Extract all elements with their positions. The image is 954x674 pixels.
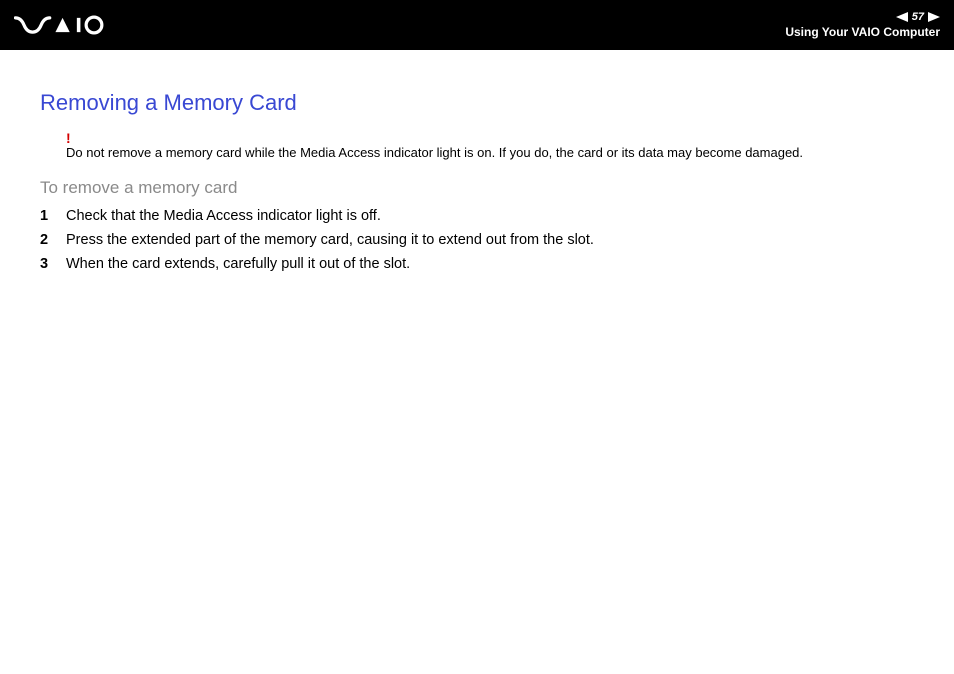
header-bar: 57 Using Your VAIO Computer (0, 0, 954, 50)
section-title: Removing a Memory Card (40, 90, 914, 116)
step-text: Check that the Media Access indicator li… (66, 208, 914, 224)
step-number: 2 (40, 232, 66, 248)
page-number: 57 (912, 11, 924, 23)
step-text: Press the extended part of the memory ca… (66, 232, 914, 248)
step-text: When the card extends, carefully pull it… (66, 256, 914, 272)
step-item: 1 Check that the Media Access indicator … (40, 208, 914, 224)
steps-list: 1 Check that the Media Access indicator … (40, 208, 914, 272)
step-number: 1 (40, 208, 66, 224)
vaio-logo (14, 15, 128, 35)
header-caption: Using Your VAIO Computer (785, 25, 940, 39)
warning-text: Do not remove a memory card while the Me… (66, 145, 803, 160)
page-nav: 57 (896, 11, 940, 23)
header-right: 57 Using Your VAIO Computer (785, 11, 940, 39)
step-item: 2 Press the extended part of the memory … (40, 232, 914, 248)
page-content: Removing a Memory Card ! Do not remove a… (0, 50, 954, 272)
prev-page-arrow-icon[interactable] (896, 12, 908, 22)
step-item: 3 When the card extends, carefully pull … (40, 256, 914, 272)
subsection-title: To remove a memory card (40, 178, 914, 198)
next-page-arrow-icon[interactable] (928, 12, 940, 22)
step-number: 3 (40, 256, 66, 272)
warning-mark-icon: ! (66, 130, 914, 146)
warning-block: ! Do not remove a memory card while the … (66, 130, 914, 162)
